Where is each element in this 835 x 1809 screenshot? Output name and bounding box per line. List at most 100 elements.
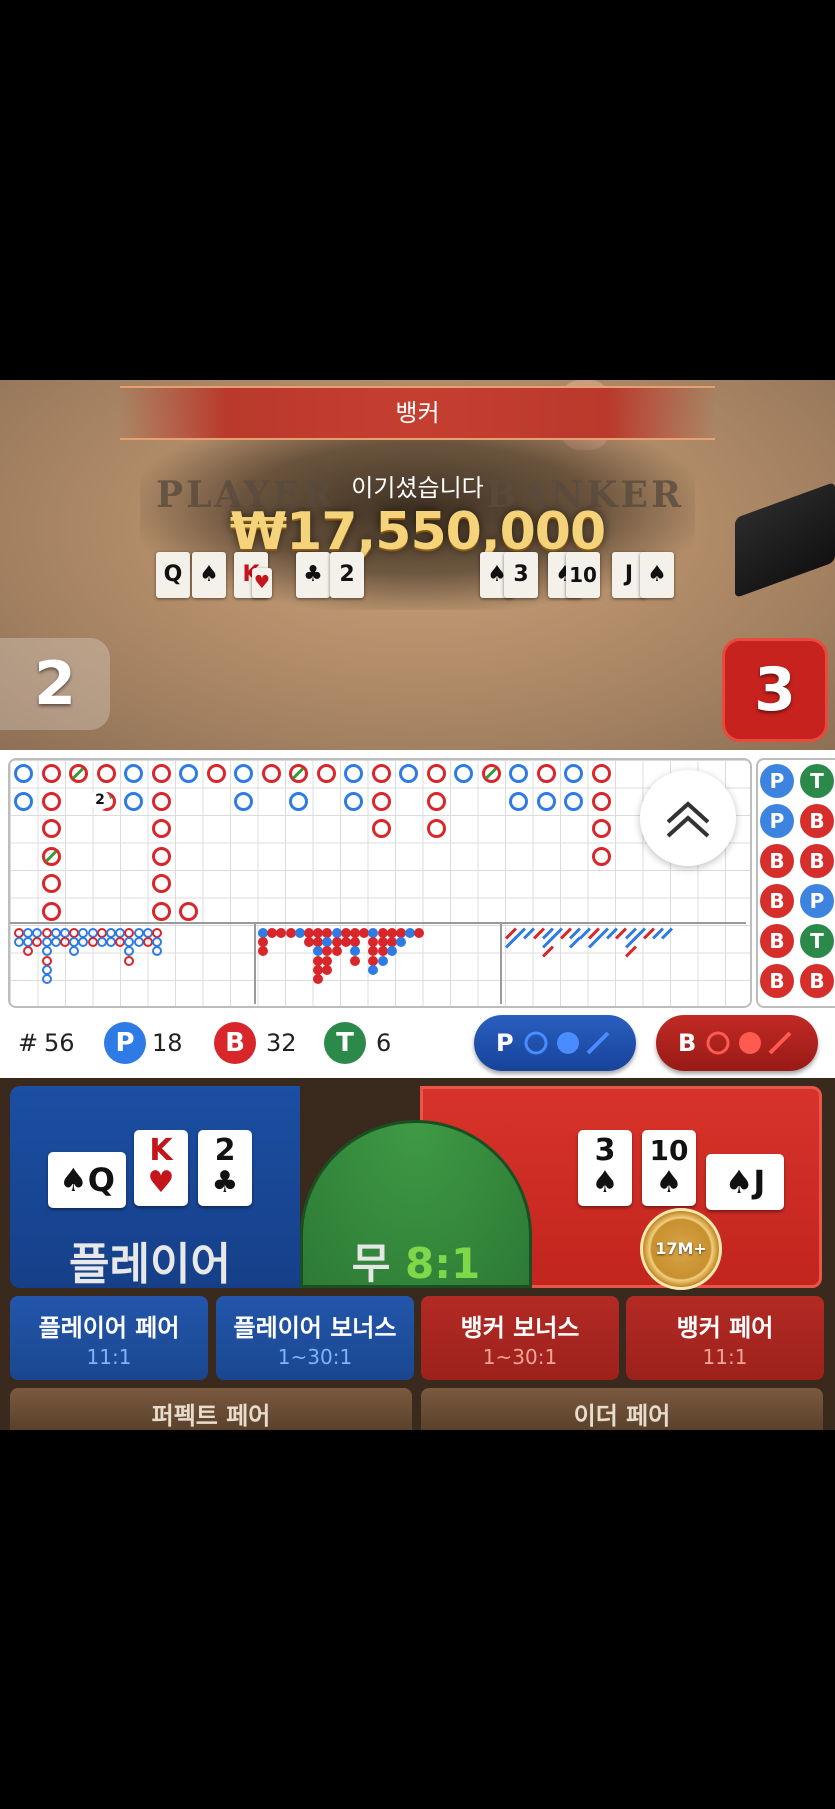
player-pair-bet[interactable]: 플레이어 페어 11:1: [10, 1296, 208, 1380]
small-road-mark: [377, 955, 388, 966]
collapse-roadmap-button[interactable]: [640, 770, 736, 866]
big-road-mark: [536, 791, 556, 811]
predict-icons: [524, 1031, 610, 1055]
small-road-mark: [386, 946, 397, 957]
player-count: 18: [152, 1029, 183, 1057]
player-count-badge: P: [104, 1022, 146, 1064]
bead-plate-panel[interactable]: PTPBBBBPBTBB: [756, 758, 835, 1008]
big-road-mark: [179, 901, 198, 921]
banker-predict-letter: B: [678, 1029, 697, 1057]
big-road-mark: [509, 791, 528, 811]
bet-chip[interactable]: 17M+: [640, 1208, 722, 1290]
player-card-1: ♠Q: [48, 1152, 126, 1208]
small-road-mark: [322, 946, 333, 957]
table-card-player-1: Q: [156, 552, 190, 598]
player-label: 플레이어: [69, 1239, 231, 1290]
big-road-mark: [41, 764, 61, 783]
result-banner: 뱅커: [120, 386, 715, 440]
player-pair-name: 플레이어 페어: [38, 1314, 180, 1342]
banker-card-2: 10 ♠: [642, 1130, 696, 1206]
bead-plate-chip: B: [760, 884, 794, 918]
big-eye-road-mark: [41, 946, 52, 957]
small-road-mark: [258, 946, 268, 957]
small-road-mark: [350, 955, 360, 966]
player-card-1-suit: ♠: [59, 1161, 88, 1199]
tie-odds: 8:1: [405, 1239, 481, 1288]
banker-bonus-bet[interactable]: 뱅커 보너스 1~30:1: [421, 1296, 619, 1380]
player-score: 2: [0, 638, 110, 730]
big-road-mark: [591, 791, 611, 811]
small-road-mark: [322, 964, 333, 975]
big-road-mark: [289, 791, 308, 811]
banker-pair-odds: 11:1: [702, 1345, 748, 1369]
stats-bar: # 56 P 18 B 32 T 6 P B: [0, 1008, 835, 1078]
big-road-mark: [41, 819, 61, 838]
banker-card-3-rank: J: [753, 1163, 766, 1201]
bead-plate-chip: T: [800, 924, 834, 958]
big-road-mark: [344, 791, 363, 811]
big-road-mark: [564, 764, 583, 783]
table-card-banker-2: 10: [566, 552, 600, 598]
player-card-3: 2 ♣: [198, 1130, 252, 1206]
player-card-3-suit: ♣: [211, 1165, 239, 1200]
big-road-mark: [399, 764, 418, 783]
big-road-mark: [234, 791, 253, 811]
big-road-mark: [41, 901, 61, 921]
big-road-mark: [234, 764, 253, 783]
bead-plate-chip: B: [760, 844, 794, 878]
bead-plate-chip: B: [800, 844, 834, 878]
banker-card-1: 3 ♠: [578, 1130, 632, 1206]
big-eye-road-mark: [78, 937, 89, 948]
big-road-mark: [371, 791, 391, 811]
player-bonus-odds: 1~30:1: [277, 1345, 353, 1369]
small-road-mark: [331, 946, 342, 957]
big-road-mark: [179, 764, 198, 783]
table-card-player-suit-1: ♠: [192, 552, 226, 598]
small-road-mark: [368, 964, 379, 975]
big-eye-road-mark: [152, 946, 162, 957]
tie-count: 6: [376, 1029, 392, 1057]
big-road-mark: [151, 874, 171, 893]
big-road-mark: [371, 819, 391, 838]
either-pair-bet[interactable]: 이더 페어: [421, 1388, 823, 1430]
player-predict-button[interactable]: P: [474, 1015, 636, 1071]
banker-predict-button[interactable]: B: [656, 1015, 818, 1071]
tie-count-badge: T: [324, 1022, 366, 1064]
player-card-3-rank: 2: [214, 1133, 236, 1168]
big-eye-road-mark: [41, 974, 52, 984]
banker-bonus-name: 뱅커 보너스: [460, 1314, 580, 1342]
bead-plate-chip: P: [760, 764, 794, 798]
big-road-mark: [591, 846, 611, 866]
big-eye-road-mark: [32, 937, 43, 948]
big-road-mark: [454, 764, 473, 783]
tie-label: 무 8:1: [300, 1230, 532, 1291]
big-road-mark: [564, 791, 583, 811]
big-road-mark: [41, 791, 61, 811]
player-predict-letter: P: [496, 1029, 514, 1057]
big-road-marks: [10, 760, 746, 921]
bead-plate-chip: B: [760, 964, 794, 998]
banker-pair-bet[interactable]: 뱅커 페어 11:1: [626, 1296, 824, 1380]
banker-card-3-suit: ♠: [724, 1163, 754, 1201]
round-hash: #: [18, 1029, 39, 1057]
big-road-mark: [151, 764, 171, 783]
perfect-pair-bet[interactable]: 퍼펙트 페어: [10, 1388, 412, 1430]
player-card-2-suit: ♥: [147, 1165, 175, 1200]
small-road-mark: [313, 974, 324, 984]
big-road-mark: [96, 764, 116, 783]
predict-icons: [706, 1031, 792, 1055]
derived-road-marks: [10, 924, 746, 1004]
banker-card-2-rank: 10: [649, 1134, 689, 1167]
big-road-mark: [124, 791, 143, 811]
banker-count-badge: B: [214, 1022, 256, 1064]
tie-count-label: 2: [90, 790, 110, 810]
player-card-2: K ♥: [134, 1130, 188, 1206]
player-bonus-bet[interactable]: 플레이어 보너스 1~30:1: [216, 1296, 414, 1380]
big-road-mark: [536, 764, 556, 783]
big-road-mark: [14, 791, 33, 811]
table-card-banker-3-suit: ♠: [640, 552, 674, 598]
big-eye-road-mark: [124, 955, 135, 966]
player-card-2-rank: K: [149, 1133, 173, 1168]
win-amount: ₩17,550,000: [229, 502, 606, 562]
small-road-mark: [414, 928, 425, 938]
